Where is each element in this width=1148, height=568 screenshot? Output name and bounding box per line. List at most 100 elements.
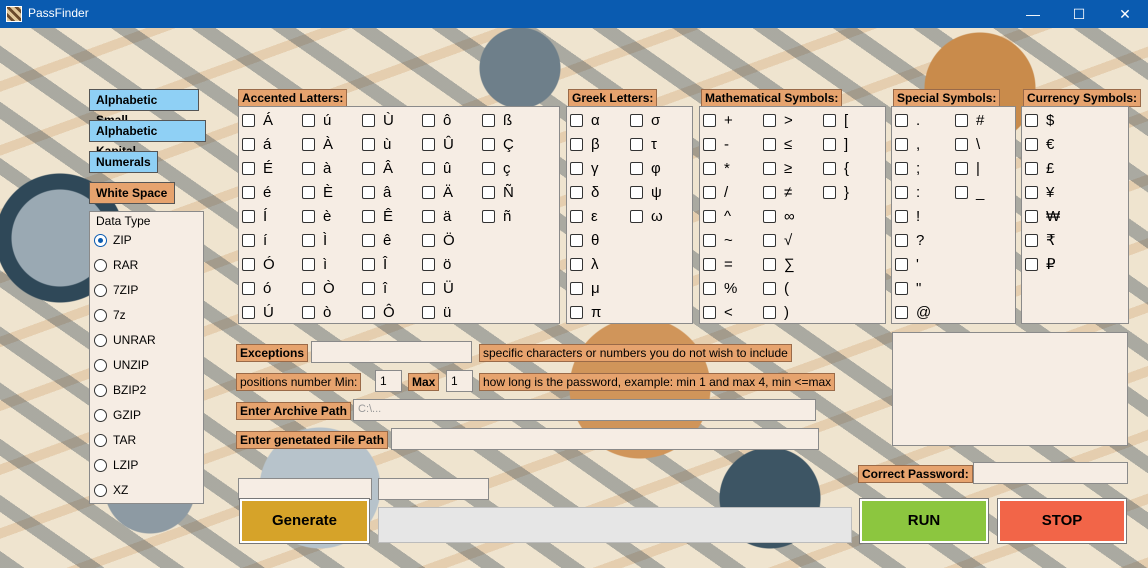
- accented-checkbox-item[interactable]: é: [242, 183, 271, 201]
- checkbox[interactable]: [570, 113, 583, 127]
- alphabetic-kapital-button[interactable]: Alphabetic Kapital: [89, 120, 206, 158]
- special-checkbox-item[interactable]: ': [895, 255, 919, 273]
- min-length-input[interactable]: 1: [375, 370, 402, 392]
- data-type-radio-gzip[interactable]: GZIP: [94, 406, 141, 424]
- data-type-radio-bzip2[interactable]: BZIP2: [94, 381, 146, 399]
- math-checkbox-item[interactable]: ∑: [763, 255, 795, 273]
- checkbox[interactable]: [763, 185, 776, 199]
- white-space-button[interactable]: White Space: [89, 182, 175, 204]
- checkbox[interactable]: [362, 185, 375, 199]
- accented-checkbox-item[interactable]: á: [242, 135, 271, 153]
- math-checkbox-item[interactable]: }: [823, 183, 849, 201]
- special-checkbox-item[interactable]: ": [895, 279, 921, 297]
- checkbox[interactable]: [763, 281, 776, 295]
- checkbox[interactable]: [302, 233, 315, 247]
- accented-checkbox-item[interactable]: à: [302, 159, 331, 177]
- greek-checkbox-item[interactable]: π: [570, 303, 601, 321]
- checkbox[interactable]: [630, 185, 643, 199]
- checkbox[interactable]: [242, 113, 255, 127]
- checkbox[interactable]: [422, 257, 435, 271]
- accented-checkbox-item[interactable]: Ó: [242, 255, 275, 273]
- accented-checkbox-item[interactable]: ü: [422, 303, 451, 321]
- checkbox[interactable]: [302, 185, 315, 199]
- checkbox[interactable]: [570, 257, 583, 271]
- checkbox[interactable]: [703, 137, 716, 151]
- checkbox[interactable]: [302, 209, 315, 223]
- correct-password-output[interactable]: [973, 462, 1128, 484]
- maximize-button[interactable]: ☐: [1056, 0, 1102, 28]
- accented-checkbox-item[interactable]: Ü: [422, 279, 454, 297]
- special-checkbox-item[interactable]: #: [955, 111, 984, 129]
- checkbox[interactable]: [242, 137, 255, 151]
- status-field-2[interactable]: [378, 478, 489, 500]
- accented-checkbox-item[interactable]: É: [242, 159, 273, 177]
- checkbox[interactable]: [763, 137, 776, 151]
- checkbox[interactable]: [302, 161, 315, 175]
- math-checkbox-item[interactable]: ≠: [763, 183, 792, 201]
- checkbox[interactable]: [242, 281, 255, 295]
- checkbox[interactable]: [630, 209, 643, 223]
- math-checkbox-item[interactable]: (: [763, 279, 789, 297]
- checkbox[interactable]: [630, 137, 643, 151]
- accented-checkbox-item[interactable]: î: [362, 279, 387, 297]
- accented-checkbox-item[interactable]: Ä: [422, 183, 453, 201]
- accented-checkbox-item[interactable]: ñ: [482, 207, 511, 225]
- radio-button[interactable]: [94, 258, 107, 272]
- accented-checkbox-item[interactable]: ò: [302, 303, 331, 321]
- accented-checkbox-item[interactable]: Ç: [482, 135, 514, 153]
- checkbox[interactable]: [302, 305, 315, 319]
- accented-checkbox-item[interactable]: À: [302, 135, 333, 153]
- checkbox[interactable]: [895, 113, 908, 127]
- greek-checkbox-item[interactable]: τ: [630, 135, 657, 153]
- currency-checkbox-item[interactable]: ₹: [1025, 231, 1056, 249]
- radio-button[interactable]: [94, 358, 107, 372]
- accented-checkbox-item[interactable]: ú: [302, 111, 331, 129]
- checkbox[interactable]: [895, 137, 908, 151]
- radio-button[interactable]: [94, 408, 107, 422]
- checkbox[interactable]: [1025, 113, 1038, 127]
- math-checkbox-item[interactable]: {: [823, 159, 849, 177]
- math-checkbox-item[interactable]: ≤: [763, 135, 792, 153]
- checkbox[interactable]: [422, 137, 435, 151]
- accented-checkbox-item[interactable]: Ñ: [482, 183, 514, 201]
- checkbox[interactable]: [703, 161, 716, 175]
- checkbox[interactable]: [362, 281, 375, 295]
- checkbox[interactable]: [1025, 233, 1038, 247]
- run-button[interactable]: RUN: [859, 498, 989, 544]
- checkbox[interactable]: [630, 161, 643, 175]
- checkbox[interactable]: [302, 281, 315, 295]
- special-checkbox-item[interactable]: ?: [895, 231, 924, 249]
- checkbox[interactable]: [422, 209, 435, 223]
- checkbox[interactable]: [570, 281, 583, 295]
- checkbox[interactable]: [703, 209, 716, 223]
- accented-checkbox-item[interactable]: Î: [362, 255, 387, 273]
- accented-checkbox-item[interactable]: è: [302, 207, 331, 225]
- greek-checkbox-item[interactable]: β: [570, 135, 600, 153]
- checkbox[interactable]: [242, 161, 255, 175]
- math-checkbox-item[interactable]: ≥: [763, 159, 792, 177]
- checkbox[interactable]: [763, 113, 776, 127]
- exceptions-input[interactable]: [311, 341, 472, 363]
- checkbox[interactable]: [703, 233, 716, 247]
- accented-checkbox-item[interactable]: û: [422, 159, 451, 177]
- radio-button[interactable]: [94, 283, 107, 297]
- generate-button[interactable]: Generate: [239, 498, 370, 544]
- checkbox[interactable]: [955, 137, 968, 151]
- special-checkbox-item[interactable]: .: [895, 111, 920, 129]
- greek-checkbox-item[interactable]: δ: [570, 183, 599, 201]
- math-checkbox-item[interactable]: ): [763, 303, 789, 321]
- checkbox[interactable]: [895, 209, 908, 223]
- checkbox[interactable]: [823, 161, 836, 175]
- checkbox[interactable]: [362, 305, 375, 319]
- max-length-input[interactable]: 1: [446, 370, 473, 392]
- special-checkbox-item[interactable]: @: [895, 303, 931, 321]
- data-type-radio-zip[interactable]: ZIP: [94, 231, 132, 249]
- special-checkbox-item[interactable]: |: [955, 159, 980, 177]
- currency-checkbox-item[interactable]: ¥: [1025, 183, 1054, 201]
- stop-button[interactable]: STOP: [997, 498, 1127, 544]
- math-checkbox-item[interactable]: ^: [703, 207, 731, 225]
- special-checkbox-item[interactable]: !: [895, 207, 920, 225]
- special-checkbox-item[interactable]: \: [955, 135, 980, 153]
- checkbox[interactable]: [482, 113, 495, 127]
- special-checkbox-item[interactable]: _: [955, 183, 984, 201]
